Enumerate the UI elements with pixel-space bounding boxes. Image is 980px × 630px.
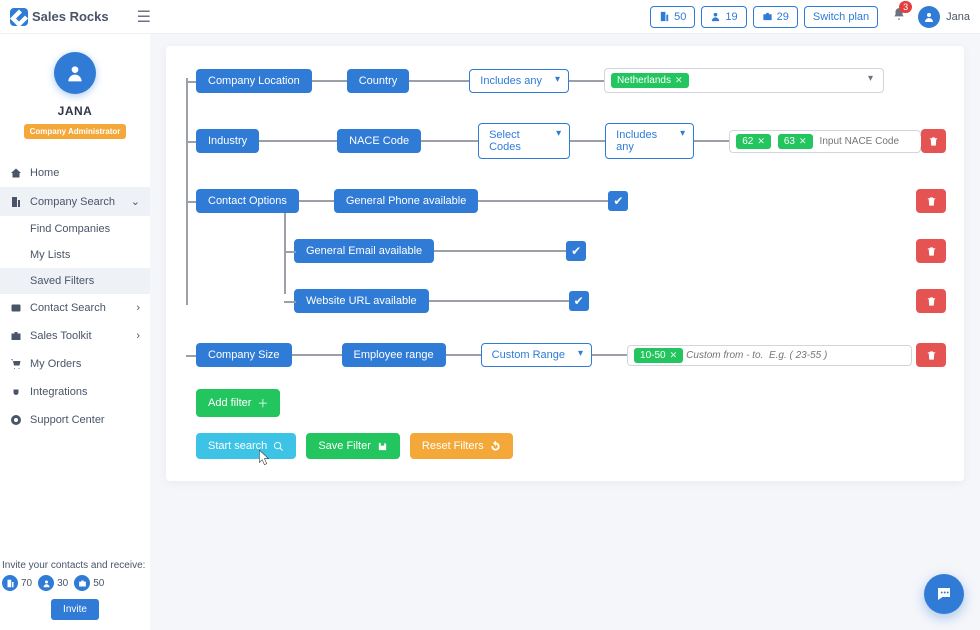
- profile-block: JANA Company Administrator: [0, 34, 150, 149]
- operator-select-location[interactable]: Includes any: [469, 69, 569, 93]
- briefcase-icon: [10, 330, 22, 342]
- app-logo: Sales Rocks: [10, 8, 109, 26]
- user-icon: [38, 575, 54, 591]
- nav-home[interactable]: Home: [0, 159, 150, 187]
- filter-param-nace[interactable]: NACE Code: [337, 129, 421, 153]
- role-badge: Company Administrator: [24, 124, 127, 139]
- save-icon: [377, 441, 388, 452]
- building-icon: [659, 11, 670, 22]
- remove-icon[interactable]: ✕: [670, 350, 678, 361]
- country-pill[interactable]: Netherlands✕: [611, 73, 688, 88]
- trash-icon: [926, 296, 937, 307]
- briefcase-icon: [74, 575, 90, 591]
- nav-my-lists[interactable]: My Lists: [0, 242, 150, 268]
- invite-chip-companies: 70: [2, 575, 32, 591]
- add-filter-button[interactable]: Add filter ＋: [196, 389, 280, 417]
- credits-toolkit-button[interactable]: 29: [753, 6, 798, 28]
- remove-icon[interactable]: ✕: [675, 75, 683, 86]
- search-icon: [273, 441, 284, 452]
- reset-icon: [490, 441, 501, 452]
- nav-contact-search[interactable]: Contact Search›: [0, 294, 150, 322]
- plus-icon: ＋: [257, 395, 268, 411]
- chevron-right-icon: ›: [136, 330, 140, 342]
- credits-companies-button[interactable]: 50: [650, 6, 695, 28]
- remove-icon[interactable]: ✕: [799, 136, 807, 147]
- filter-group-contact-options[interactable]: Contact Options: [196, 189, 299, 213]
- operator-select-industry[interactable]: Includes any: [605, 123, 694, 159]
- id-card-icon: [10, 302, 22, 314]
- logo-icon: [10, 8, 28, 26]
- chevron-down-icon: ⌄: [131, 195, 140, 208]
- delete-filter-button[interactable]: [916, 343, 946, 367]
- chevron-right-icon: ›: [136, 302, 140, 314]
- menu-toggle-icon[interactable]: ☰: [137, 7, 151, 27]
- trash-icon: [926, 246, 937, 257]
- delete-filter-button[interactable]: [921, 129, 946, 153]
- filter-group-company-size[interactable]: Company Size: [196, 343, 292, 367]
- nav-find-companies[interactable]: Find Companies: [0, 216, 150, 242]
- switch-plan-button[interactable]: Switch plan: [804, 6, 878, 28]
- brand-text: Sales Rocks: [32, 9, 109, 24]
- delete-filter-button[interactable]: [916, 289, 946, 313]
- cursor-icon: [258, 449, 272, 467]
- delete-filter-button[interactable]: [916, 239, 946, 263]
- nace-code-input-wrap[interactable]: 62✕ 63✕: [729, 130, 921, 153]
- invite-button[interactable]: Invite: [51, 599, 99, 620]
- nav-sales-toolkit[interactable]: Sales Toolkit›: [0, 322, 150, 350]
- user-menu[interactable]: Jana: [918, 6, 970, 28]
- contact-option-phone[interactable]: General Phone available: [334, 189, 478, 213]
- chat-icon: [935, 585, 953, 603]
- notifications-button[interactable]: 3: [892, 7, 906, 26]
- reset-filters-button[interactable]: Reset Filters: [410, 433, 513, 459]
- chat-fab[interactable]: [924, 574, 964, 614]
- home-icon: [10, 167, 22, 179]
- delete-filter-button[interactable]: [916, 189, 946, 213]
- checkbox-phone[interactable]: ✔: [608, 191, 628, 211]
- invite-chip-toolkit: 50: [74, 575, 104, 591]
- invite-title: Invite your contacts and receive:: [2, 560, 148, 571]
- nav-support[interactable]: Support Center: [0, 406, 150, 434]
- start-search-button[interactable]: Start search: [196, 433, 296, 459]
- notification-count: 3: [899, 1, 912, 13]
- avatar-icon: [918, 6, 940, 28]
- building-icon: [2, 575, 18, 591]
- nav-my-orders[interactable]: My Orders: [0, 350, 150, 378]
- remove-icon[interactable]: ✕: [757, 136, 765, 147]
- trash-icon: [926, 196, 937, 207]
- profile-avatar-icon: [54, 52, 96, 94]
- range-pill[interactable]: 10-50✕: [634, 348, 683, 363]
- contact-option-website[interactable]: Website URL available: [294, 289, 429, 313]
- lifebuoy-icon: [10, 414, 22, 426]
- employee-range-input[interactable]: [686, 350, 905, 361]
- building-icon: [10, 196, 22, 208]
- filter-param-country[interactable]: Country: [347, 69, 410, 93]
- cart-icon: [10, 358, 22, 370]
- trash-icon: [928, 136, 939, 147]
- checkbox-website[interactable]: ✔: [569, 291, 589, 311]
- filter-group-company-location[interactable]: Company Location: [196, 69, 312, 93]
- save-filter-button[interactable]: Save Filter: [306, 433, 400, 459]
- plug-icon: [10, 386, 22, 398]
- nav-saved-filters[interactable]: Saved Filters: [0, 268, 150, 294]
- trash-icon: [926, 350, 937, 361]
- contact-option-email[interactable]: General Email available: [294, 239, 434, 263]
- employee-range-input-wrap[interactable]: 10-50✕: [627, 345, 912, 366]
- nace-code-select[interactable]: Select Codes: [478, 123, 570, 159]
- credits-contacts-button[interactable]: 19: [701, 6, 746, 28]
- profile-name: JANA: [58, 104, 93, 118]
- country-multiselect[interactable]: Netherlands✕: [604, 68, 884, 93]
- filter-param-employee-range[interactable]: Employee range: [342, 343, 446, 367]
- user-icon: [710, 11, 721, 22]
- nav-company-search[interactable]: Company Search⌄: [0, 187, 150, 216]
- nav-integrations[interactable]: Integrations: [0, 378, 150, 406]
- nace-code-pill[interactable]: 63✕: [778, 134, 813, 149]
- employee-range-select[interactable]: Custom Range: [481, 343, 592, 367]
- checkbox-email[interactable]: ✔: [566, 241, 586, 261]
- nace-code-pill[interactable]: 62✕: [736, 134, 771, 149]
- filter-group-industry[interactable]: Industry: [196, 129, 259, 153]
- briefcase-icon: [762, 11, 773, 22]
- invite-chip-contacts: 30: [38, 575, 68, 591]
